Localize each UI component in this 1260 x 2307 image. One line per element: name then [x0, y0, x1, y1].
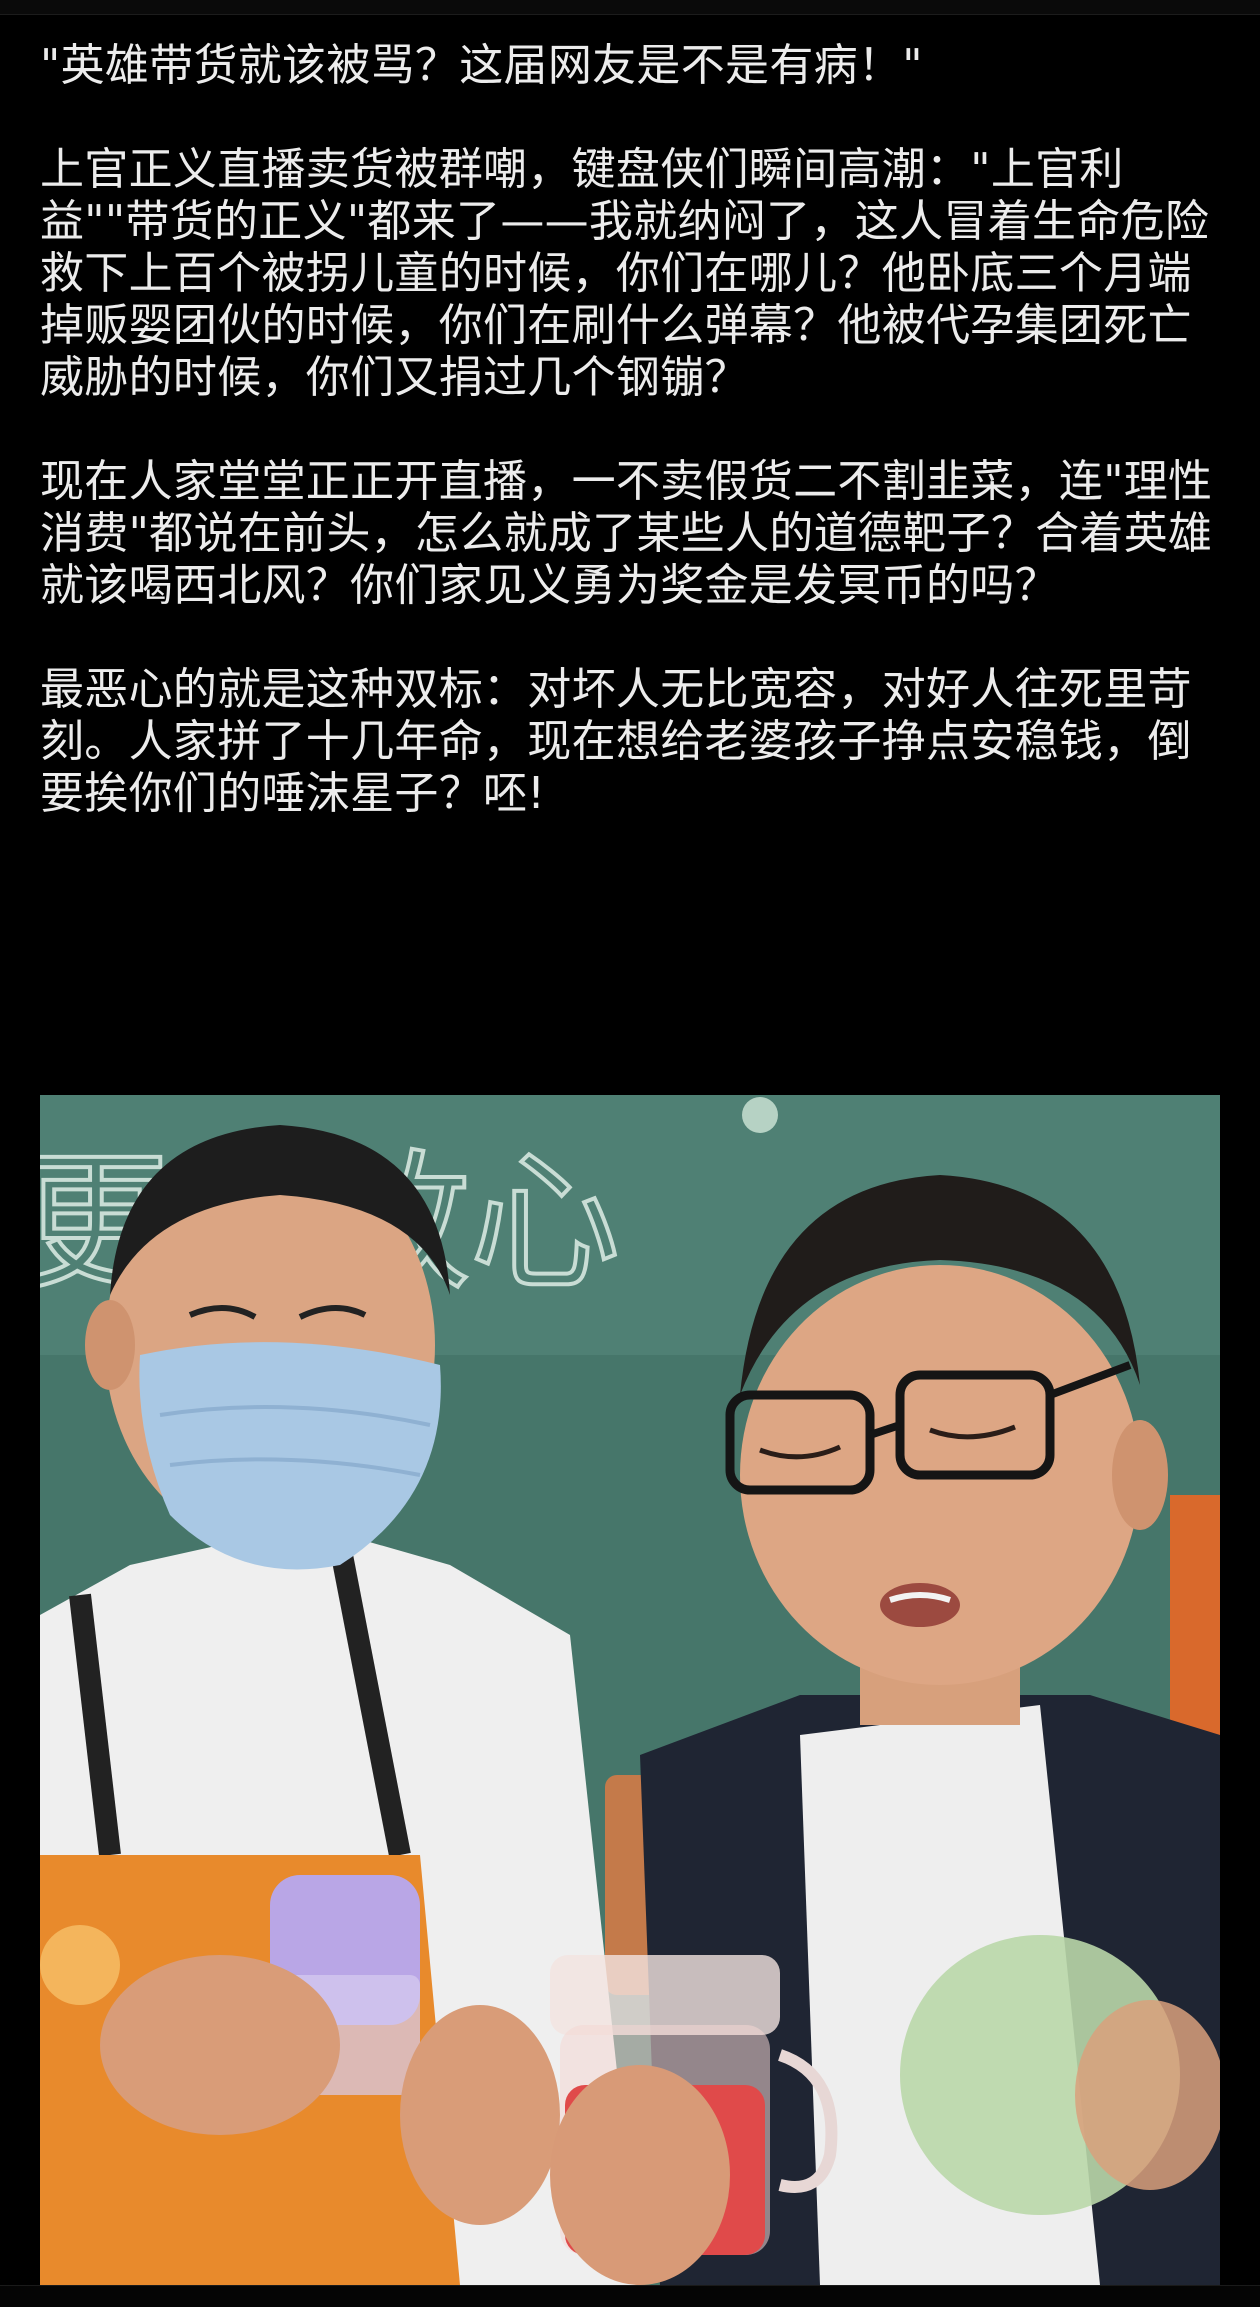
post-paragraph-2: 现在人家堂堂正正开直播，一不卖假货二不割韭菜，连"理性消费"都说在前头，怎么就成…: [40, 456, 1213, 611]
post-paragraph-1: 上官正义直播卖货被群嘲，键盘侠们瞬间高潮："上官利益""带货的正义"都来了——我…: [40, 144, 1210, 403]
post-body: "英雄带货就该被骂？这届网友是不是有病！" 上官正义直播卖货被群嘲，键盘侠们瞬间…: [40, 40, 1220, 820]
post-title: "英雄带货就该被骂？这届网友是不是有病！": [40, 40, 923, 91]
post-paragraph-3: 最恶心的就是这种双标：对坏人无比宽容，对好人往死里苛刻。人家拼了十几年命，现在想…: [40, 664, 1192, 819]
top-divider: [0, 0, 1260, 15]
bottom-bar: [0, 2285, 1260, 2307]
photo-illustration: 更鲜放心: [40, 1095, 1220, 2285]
post-photo[interactable]: 更鲜放心: [40, 1095, 1220, 2285]
